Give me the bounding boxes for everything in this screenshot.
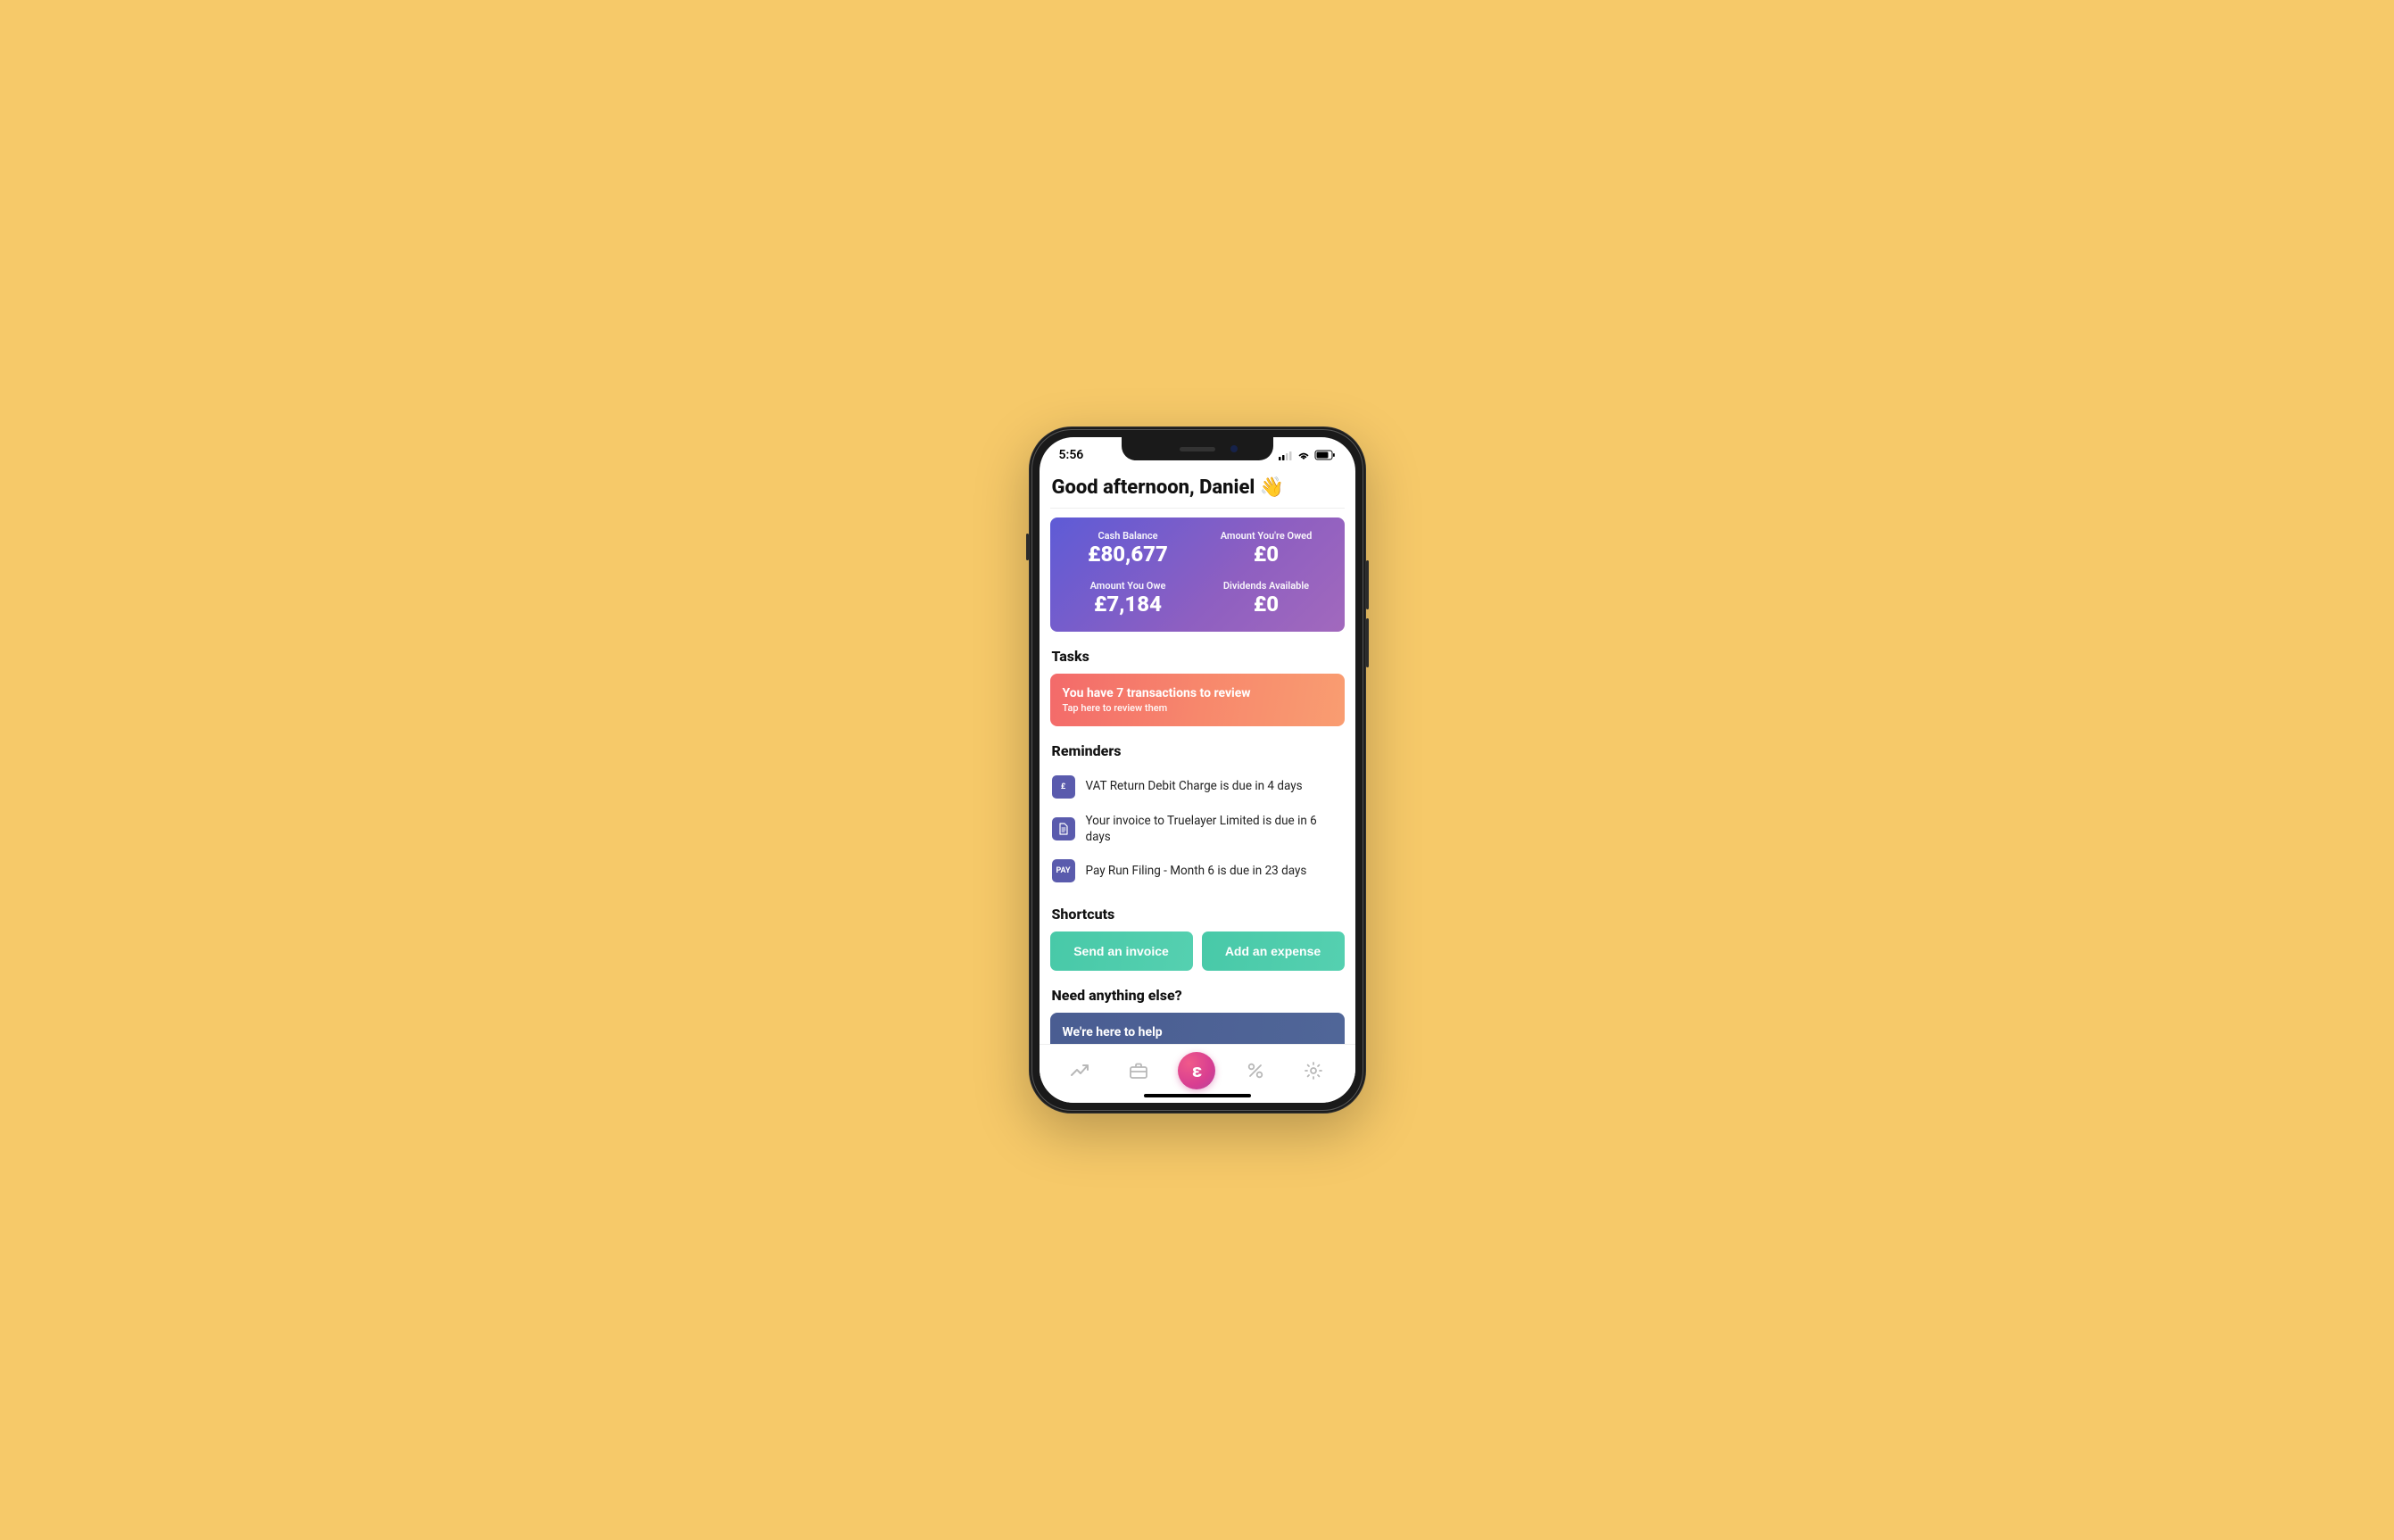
reminder-text: Pay Run Filing - Month 6 is due in 23 da… [1086, 863, 1307, 879]
balance-value: £80,677 [1059, 542, 1197, 567]
document-icon [1052, 817, 1075, 840]
reminder-text: VAT Return Debit Charge is due in 4 days [1086, 778, 1303, 794]
phone-side-button [1366, 618, 1369, 667]
phone-side-button [1026, 534, 1029, 560]
task-subtitle: Tap here to review them [1063, 702, 1332, 714]
nav-percent-icon[interactable] [1238, 1053, 1273, 1089]
pound-icon: £ [1052, 775, 1075, 799]
cellular-icon [1279, 451, 1293, 460]
section-reminders-title: Reminders [1052, 742, 1343, 759]
balance-owed: Amount You're Owed £0 [1197, 530, 1336, 567]
nav-settings-icon[interactable] [1296, 1053, 1331, 1089]
nav-briefcase-icon[interactable] [1121, 1053, 1156, 1089]
status-time: 5:56 [1059, 448, 1084, 462]
balance-value: £0 [1197, 592, 1336, 617]
balance-label: Cash Balance [1059, 530, 1197, 542]
balance-owe: Amount You Owe £7,184 [1059, 580, 1197, 617]
balance-card[interactable]: Cash Balance £80,677 Amount You're Owed … [1050, 517, 1345, 632]
help-card-title: We're here to help [1063, 1025, 1332, 1039]
balance-label: Dividends Available [1197, 580, 1336, 592]
reminder-item[interactable]: £ VAT Return Debit Charge is due in 4 da… [1050, 768, 1345, 806]
battery-icon [1314, 450, 1336, 460]
section-shortcuts-title: Shortcuts [1052, 906, 1343, 923]
help-card[interactable]: We're here to help [1050, 1013, 1345, 1044]
task-title: You have 7 transactions to review [1063, 686, 1332, 700]
pay-icon: PAY [1052, 859, 1075, 882]
reminder-item[interactable]: PAY Pay Run Filing - Month 6 is due in 2… [1050, 852, 1345, 890]
section-tasks-title: Tasks [1052, 648, 1343, 665]
balance-value: £7,184 [1059, 592, 1197, 617]
send-invoice-button[interactable]: Send an invoice [1050, 931, 1193, 971]
nav-center-glyph: ε [1192, 1060, 1202, 1081]
phone-screen: 5:56 Good afternoon, Daniel 👋 Cash Balan… [1040, 437, 1355, 1103]
wifi-icon [1296, 450, 1311, 460]
phone-side-button [1366, 560, 1369, 609]
home-indicator[interactable] [1144, 1094, 1251, 1097]
balance-label: Amount You Owe [1059, 580, 1197, 592]
task-review-card[interactable]: You have 7 transactions to review Tap he… [1050, 674, 1345, 726]
add-expense-button[interactable]: Add an expense [1202, 931, 1345, 971]
nav-center-button[interactable]: ε [1178, 1052, 1215, 1089]
balance-label: Amount You're Owed [1197, 530, 1336, 542]
balance-dividends: Dividends Available £0 [1197, 580, 1336, 617]
section-help-title: Need anything else? [1052, 987, 1343, 1004]
nav-trends-icon[interactable] [1063, 1053, 1098, 1089]
reminder-item[interactable]: Your invoice to Truelayer Limited is due… [1050, 806, 1345, 852]
main-content[interactable]: Good afternoon, Daniel 👋 Cash Balance £8… [1040, 473, 1355, 1044]
reminder-text: Your invoice to Truelayer Limited is due… [1086, 813, 1343, 845]
phone-frame: 5:56 Good afternoon, Daniel 👋 Cash Balan… [1029, 426, 1366, 1114]
bottom-nav: ε [1040, 1044, 1355, 1103]
greeting-title: Good afternoon, Daniel 👋 [1050, 473, 1345, 509]
balance-cash: Cash Balance £80,677 [1059, 530, 1197, 567]
phone-notch [1122, 437, 1273, 460]
balance-value: £0 [1197, 542, 1336, 567]
